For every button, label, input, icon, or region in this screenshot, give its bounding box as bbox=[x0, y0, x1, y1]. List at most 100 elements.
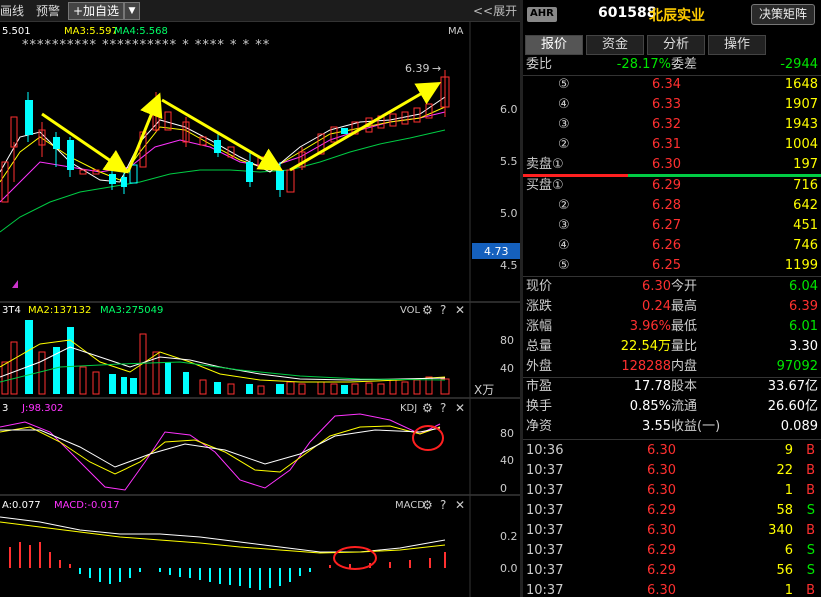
stat-value: 6.30 bbox=[642, 279, 671, 294]
kdj-tick: 0 bbox=[500, 482, 507, 495]
draw-line-button[interactable]: 画线 bbox=[0, 3, 24, 19]
close-icon[interactable]: ✕ bbox=[455, 401, 465, 415]
tab-quote[interactable]: 报价 bbox=[525, 35, 583, 55]
help-icon[interactable]: ? bbox=[440, 498, 446, 512]
macd-histogram bbox=[9, 542, 446, 590]
tick-volume: 9 bbox=[784, 443, 793, 458]
ma1-readout: 5.501 bbox=[2, 26, 31, 37]
order-row-sell: ② 6.31 1004 bbox=[523, 135, 821, 155]
stat-value: 128288 bbox=[621, 359, 671, 374]
tab-analysis[interactable]: 分析 bbox=[647, 35, 705, 55]
order-price: 6.34 bbox=[652, 77, 681, 92]
signal-stars: ********** ********** * **** * * ** bbox=[22, 38, 270, 53]
weicha-label: 委差 bbox=[671, 57, 698, 72]
fundamental-row: 净资 3.55 收益(一) 0.089 bbox=[523, 417, 821, 437]
decision-matrix-button[interactable]: 决策矩阵 bbox=[751, 4, 815, 25]
order-volume: 451 bbox=[793, 218, 818, 233]
trading-window: 画线 预警 +加自选 ▼ <<展开 5.501 MA3:5.597 MA4:5.… bbox=[0, 0, 821, 597]
weibi-label: 委比 bbox=[526, 57, 553, 72]
tick-side: B bbox=[806, 443, 815, 458]
help-icon[interactable]: ? bbox=[440, 303, 446, 317]
stat-label: 最高 bbox=[671, 299, 698, 314]
kdj-j-readout: J:98.302 bbox=[21, 403, 63, 414]
vol-ma2-readout: MA2:137132 bbox=[28, 305, 91, 316]
order-level-label: ⑤ bbox=[558, 258, 570, 273]
stat-label: 股本 bbox=[671, 379, 698, 394]
close-icon[interactable]: ✕ bbox=[455, 303, 465, 317]
volume-bars bbox=[1, 320, 450, 395]
tick-row: 10:37 6.29 58 S bbox=[523, 501, 821, 521]
stock-name: 北辰实业 bbox=[649, 8, 705, 24]
order-price: 6.32 bbox=[652, 117, 681, 132]
tick-time: 10:37 bbox=[526, 523, 564, 538]
tick-volume: 6 bbox=[784, 543, 793, 558]
close-icon[interactable]: ✕ bbox=[455, 498, 465, 512]
gear-icon[interactable]: ⚙ bbox=[422, 498, 433, 512]
stock-header: AHR 601588 北辰实业 决策矩阵 bbox=[523, 0, 821, 34]
add-favorite-button[interactable]: +加自选 bbox=[68, 2, 125, 20]
vol-unit: X万 bbox=[474, 383, 494, 397]
order-level-label: ② bbox=[558, 198, 570, 213]
stat-label: 涨幅 bbox=[526, 319, 553, 334]
gear-icon[interactable]: ⚙ bbox=[422, 401, 433, 415]
macd-tick: 0.2 bbox=[500, 530, 518, 543]
stat-row: 总量 22.54万 量比 3.30 bbox=[523, 337, 821, 357]
macd-label: MACD bbox=[395, 500, 425, 511]
tab-funds[interactable]: 资金 bbox=[586, 35, 644, 55]
tick-time: 10:36 bbox=[526, 443, 564, 458]
order-volume: 746 bbox=[793, 238, 818, 253]
kline-chart[interactable]: 5.501 MA3:5.597 MA4:5.568 MA ********** … bbox=[0, 22, 520, 597]
help-icon[interactable]: ? bbox=[440, 401, 446, 415]
kdj-readout: 3 bbox=[2, 403, 8, 414]
tick-time: 10:37 bbox=[526, 563, 564, 578]
vol-label: VOL bbox=[400, 305, 421, 316]
stat-label: 收益(一) bbox=[671, 419, 721, 434]
price-tick: 5.5 bbox=[500, 155, 518, 168]
chevron-down-icon[interactable]: ▼ bbox=[124, 2, 140, 20]
current-price-tag-text: 4.73 bbox=[484, 245, 509, 258]
stat-row: 涨幅 3.96% 最低 6.01 bbox=[523, 317, 821, 337]
order-volume: 1907 bbox=[784, 97, 818, 112]
expand-button[interactable]: <<展开 bbox=[473, 3, 517, 19]
tick-row: 10:37 6.29 56 S bbox=[523, 561, 821, 581]
weibi-value: -28.17% bbox=[616, 57, 671, 72]
order-row-sell: ⑤ 6.34 1648 bbox=[523, 75, 821, 95]
order-price: 6.26 bbox=[652, 238, 681, 253]
order-level-label: ② bbox=[558, 137, 570, 152]
tick-time: 10:37 bbox=[526, 503, 564, 518]
gear-icon[interactable]: ⚙ bbox=[422, 303, 433, 317]
stat-label: 现价 bbox=[526, 279, 553, 294]
price-tick: 5.0 bbox=[500, 207, 518, 220]
tab-operate[interactable]: 操作 bbox=[708, 35, 766, 55]
tick-side: S bbox=[806, 543, 815, 558]
tick-volume: 22 bbox=[776, 463, 793, 478]
alert-button[interactable]: 预警 bbox=[36, 3, 60, 19]
order-price: 6.29 bbox=[652, 178, 681, 193]
tick-price: 6.30 bbox=[647, 483, 676, 498]
order-row-buy: 买盘① 6.29 716 bbox=[523, 176, 821, 196]
high-price-label: 6.39 bbox=[405, 62, 430, 75]
marker-icon bbox=[12, 280, 18, 288]
kdj-tick: 80 bbox=[500, 427, 514, 440]
order-price: 6.27 bbox=[652, 218, 681, 233]
vol-tick: 40 bbox=[500, 362, 514, 375]
order-level-label: ③ bbox=[558, 117, 570, 132]
order-level-label: ④ bbox=[558, 97, 570, 112]
order-volume: 716 bbox=[793, 178, 818, 193]
macd-tick: 0.0 bbox=[500, 562, 518, 575]
order-row-sell: 卖盘① 6.30 197 bbox=[523, 155, 821, 175]
stock-code: 601588 bbox=[598, 5, 657, 21]
order-price: 6.30 bbox=[652, 157, 681, 172]
weibi-row: 委比 -28.17% 委差 -2944 bbox=[523, 55, 821, 75]
macd-dif-readout: A:0.077 bbox=[2, 500, 41, 511]
vol-readout: 3T4 bbox=[2, 305, 21, 316]
vol-ma3-readout: MA3:275049 bbox=[100, 305, 163, 316]
order-price: 6.25 bbox=[652, 258, 681, 273]
tick-side: B bbox=[806, 583, 815, 597]
tick-price: 6.30 bbox=[647, 463, 676, 478]
order-price: 6.31 bbox=[652, 137, 681, 152]
order-volume: 1648 bbox=[784, 77, 818, 92]
stat-value: 3.30 bbox=[789, 339, 818, 354]
stat-label: 流通 bbox=[671, 399, 698, 414]
stat-label: 换手 bbox=[526, 399, 553, 414]
